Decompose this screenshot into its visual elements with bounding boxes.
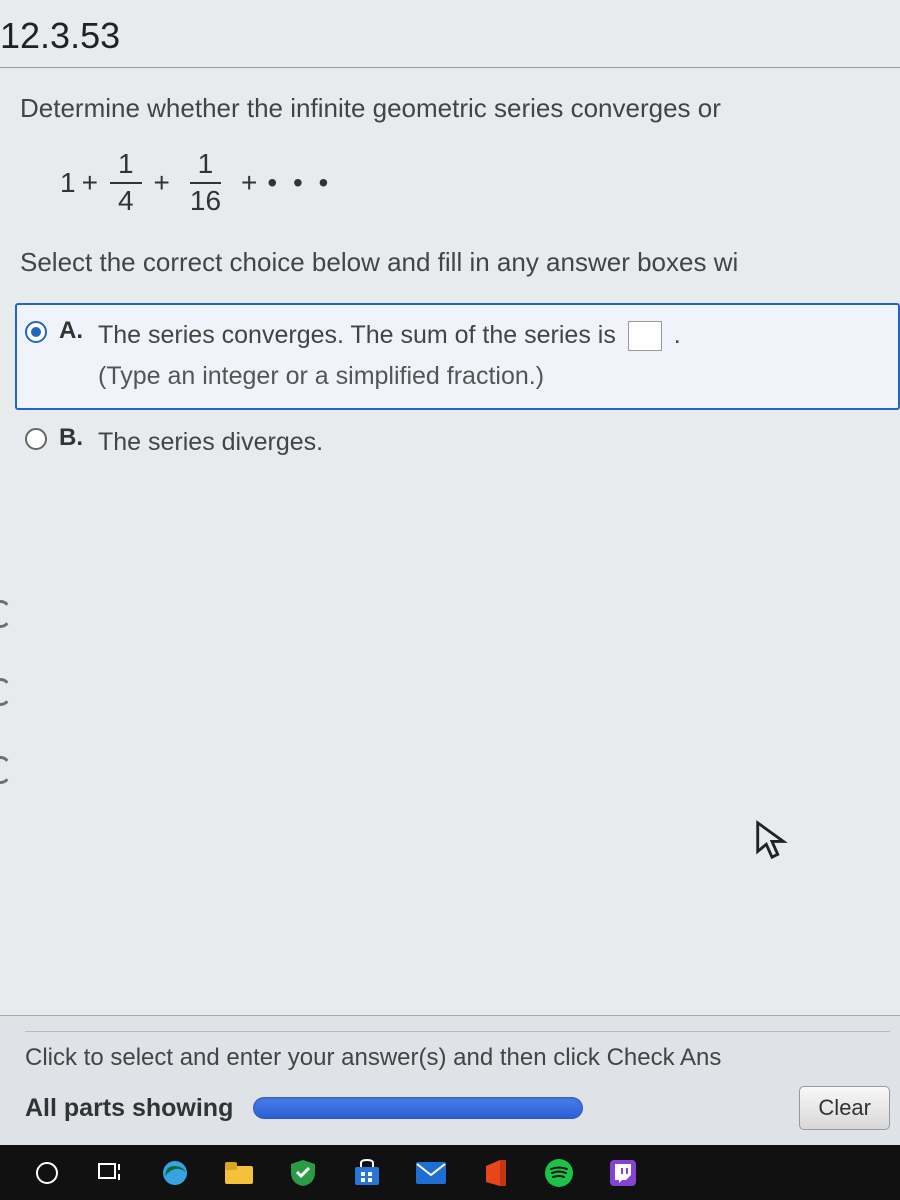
choice-b-row[interactable]: B. The series diverges. — [15, 410, 900, 476]
frac1-num: 1 — [110, 149, 142, 184]
choice-a-row[interactable]: A. The series converges. The sum of the … — [15, 303, 900, 410]
ellipsis: • • • — [267, 167, 332, 199]
spotify-icon[interactable] — [542, 1156, 576, 1190]
footer-instruction: Click to select and enter your answer(s)… — [25, 1031, 890, 1072]
answer-input[interactable] — [628, 321, 662, 351]
store-icon[interactable] — [350, 1156, 384, 1190]
choice-a-text: The series converges. The sum of the ser… — [98, 321, 616, 349]
explorer-icon[interactable] — [222, 1156, 256, 1190]
taskbar — [0, 1145, 900, 1200]
choice-a-hint: (Type an integer or a simplified fractio… — [98, 358, 681, 396]
radio-a[interactable] — [25, 321, 47, 343]
task-view-icon[interactable] — [94, 1156, 128, 1190]
spiral-binding — [0, 600, 12, 784]
plus-1: + — [82, 167, 98, 199]
plus-3: + — [241, 167, 257, 199]
clear-button[interactable]: Clear — [799, 1086, 890, 1130]
plus-2: + — [154, 167, 170, 199]
frac1-den: 4 — [110, 184, 142, 217]
parts-showing-label: All parts showing — [25, 1094, 233, 1123]
term-0: 1 — [60, 167, 76, 199]
progress-bar — [253, 1097, 583, 1119]
choice-a-letter: A. — [59, 317, 83, 345]
fraction-2: 1 16 — [182, 149, 229, 217]
cursor-icon — [754, 820, 790, 870]
cortana-icon[interactable] — [30, 1156, 64, 1190]
fraction-1: 1 4 — [110, 149, 142, 217]
radio-b[interactable] — [25, 428, 47, 450]
question-number: 12.3.53 — [0, 15, 120, 56]
twitch-icon[interactable] — [606, 1156, 640, 1190]
office-icon[interactable] — [478, 1156, 512, 1190]
choice-b-letter: B. — [59, 424, 83, 452]
security-icon[interactable] — [286, 1156, 320, 1190]
choice-a-period: . — [674, 321, 681, 349]
edge-icon[interactable] — [158, 1156, 192, 1190]
mail-icon[interactable] — [414, 1156, 448, 1190]
question-prompt: Determine whether the infinite geometric… — [20, 93, 900, 124]
frac2-den: 16 — [182, 184, 229, 217]
frac2-num: 1 — [190, 149, 222, 184]
select-instruction: Select the correct choice below and fill… — [20, 247, 900, 278]
math-expression: 1 + 1 4 + 1 16 + • • • — [60, 149, 900, 217]
choice-b-text: The series diverges. — [98, 428, 323, 456]
